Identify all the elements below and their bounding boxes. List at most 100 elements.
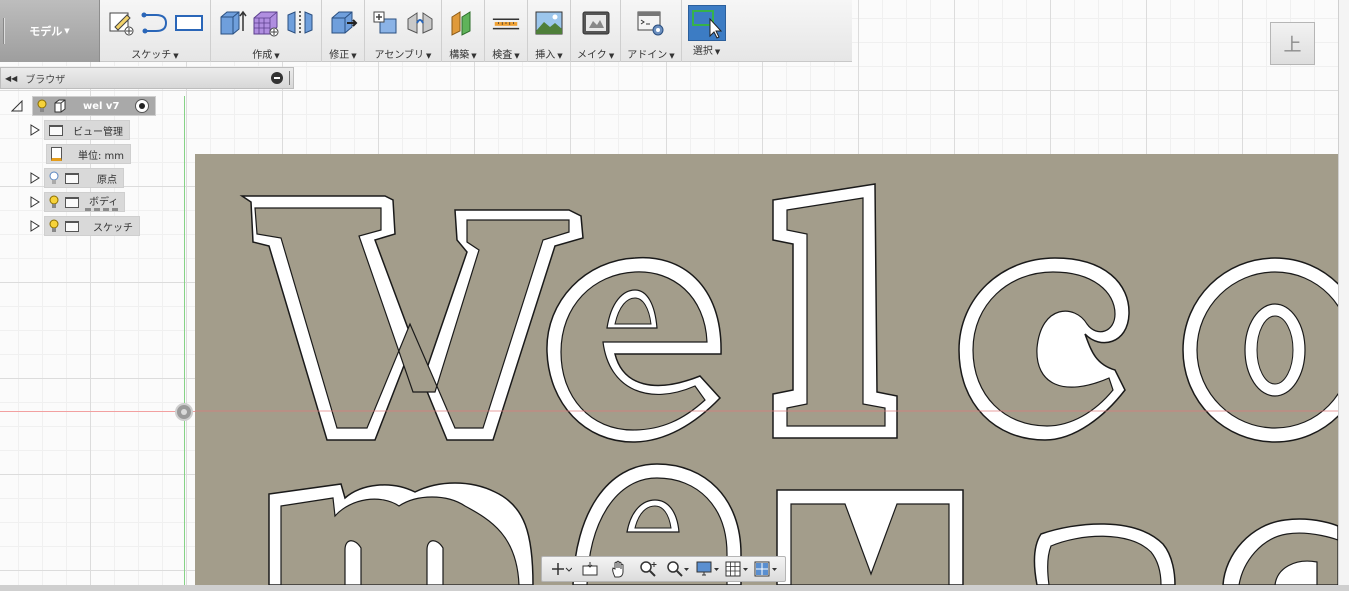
tree-node-bodies[interactable]: ボディ [44, 192, 126, 212]
measure-icon[interactable] [491, 8, 521, 38]
press-pull-icon[interactable] [328, 8, 358, 38]
fusion-window: モデル ▼ スケッチ ▼ 作成 ▼ 修正 ▼ アセンブリ ▼ 構築 ▼ 検査 ▼… [0, 0, 1349, 591]
tree-node-sketches[interactable]: スケッチ [44, 216, 140, 236]
folder-icon [65, 220, 79, 232]
expand-triangle-icon[interactable] [28, 192, 42, 212]
toolbar-group-label: メイク [577, 50, 607, 61]
folder-icon [49, 124, 63, 136]
zoom-icon[interactable] [636, 559, 662, 579]
toolbar-group-inspect[interactable]: 検査 ▼ [485, 0, 528, 62]
folder-icon [65, 172, 79, 184]
create-sketch-icon[interactable] [106, 8, 136, 38]
visibility-bulb-icon[interactable] [37, 99, 47, 113]
visibility-bulb-icon[interactable] [49, 171, 59, 185]
new-component-icon[interactable] [371, 8, 401, 38]
expand-triangle-icon[interactable] [28, 216, 42, 236]
toolbar-group-make[interactable]: メイク ▼ [571, 0, 622, 62]
panel-grip[interactable] [289, 71, 291, 85]
look-at-icon[interactable] [577, 559, 603, 579]
pan-hand-icon[interactable] [606, 559, 632, 579]
toolbar-group-label: アセンブリ [374, 50, 425, 61]
tree-node-label: スケッチ [93, 222, 133, 234]
tree-row-root: wel v7 [10, 96, 157, 116]
collapse-left-icon[interactable]: ◀◀ [5, 74, 17, 83]
toolbar-group-assemble[interactable]: アセンブリ ▼ [365, 0, 442, 62]
visibility-bulb-icon[interactable] [49, 195, 59, 209]
orbit-icon[interactable] [548, 559, 574, 579]
expand-triangle-icon[interactable] [28, 120, 42, 140]
tree-row: ボディ [28, 192, 126, 212]
toolbar-group-label: 挿入 [535, 50, 556, 61]
model-body[interactable] [195, 154, 1338, 585]
form-icon[interactable] [251, 8, 281, 38]
toolbar-group-insert[interactable]: 挿入 ▼ [528, 0, 571, 62]
toolbar-group-label: 修正 [329, 50, 350, 61]
letter-m [268, 482, 534, 585]
chevron-down-icon: ▼ [351, 52, 357, 60]
browser-panel-header[interactable]: ◀◀ ブラウザ [0, 67, 294, 89]
joint-icon[interactable] [405, 8, 435, 38]
chevron-down-icon: ▼ [471, 52, 477, 60]
letter-o [1182, 257, 1338, 443]
mirror-icon[interactable] [285, 8, 315, 38]
toolbar-group-label: スケッチ [131, 50, 172, 61]
chevron-down-icon: ▼ [557, 52, 563, 60]
chevron-down-icon: ▼ [64, 27, 70, 35]
workspace-switcher[interactable]: モデル ▼ [0, 0, 100, 62]
tree-node-origin[interactable]: 原点 [44, 168, 124, 188]
main-toolbar: モデル ▼ スケッチ ▼ 作成 ▼ 修正 ▼ アセンブリ ▼ 構築 ▼ 検査 ▼… [0, 0, 852, 62]
tree-row: 原点 [28, 168, 124, 188]
tree-row: 単位: mm [46, 144, 132, 164]
visibility-bulb-icon[interactable] [49, 219, 59, 233]
viewports-icon[interactable] [753, 559, 779, 579]
y-axis-line [184, 96, 185, 591]
scripts-addins-icon[interactable] [636, 8, 666, 38]
toolbar-group-select[interactable]: 選択 ▼ [682, 0, 732, 62]
display-settings-icon[interactable] [695, 559, 721, 579]
chevron-down-icon: ▼ [669, 52, 675, 60]
expand-triangle-icon[interactable] [28, 168, 42, 188]
letter-l [772, 183, 898, 439]
model-geometry [195, 183, 1338, 585]
letter-c [958, 257, 1130, 441]
letter-a [1033, 523, 1176, 585]
grid-settings-icon[interactable] [724, 559, 750, 579]
tree-node-label: 単位: mm [78, 150, 125, 162]
toolbar-group-label: 構築 [449, 50, 470, 61]
vertical-scrollbar[interactable] [1338, 0, 1349, 591]
chevron-down-icon: ▼ [426, 52, 432, 60]
toolbar-group-sketch[interactable]: スケッチ ▼ [100, 0, 211, 62]
toolbar-group-addins[interactable]: アドイン ▼ [621, 0, 682, 62]
3d-print-icon[interactable] [581, 8, 611, 38]
tree-node-units[interactable]: 単位: mm [46, 144, 132, 164]
document-settings-icon [51, 147, 62, 161]
letter-s [1222, 518, 1338, 585]
insert-image-icon[interactable] [534, 8, 564, 38]
component-icon [54, 99, 66, 113]
offset-plane-icon[interactable] [448, 8, 478, 38]
sketch-rectangle-icon[interactable] [174, 8, 204, 38]
view-cube[interactable]: 上 [1270, 22, 1315, 65]
extrude-icon[interactable] [217, 8, 247, 38]
workspace-label: モデル [29, 25, 63, 38]
tree-node-label: 原点 [97, 174, 117, 186]
toolbar-group-label: 作成 [252, 50, 273, 61]
toolbar-group-create[interactable]: 作成 ▼ [211, 0, 322, 62]
toolbar-group-modify[interactable]: 修正 ▼ [322, 0, 365, 62]
sketch-curve-icon[interactable] [140, 8, 170, 38]
collapse-panel-icon[interactable] [271, 72, 283, 84]
activate-radio-icon[interactable] [135, 99, 150, 113]
origin-point-icon[interactable] [175, 403, 193, 421]
root-component-node[interactable]: wel v7 [32, 96, 157, 116]
expand-triangle-icon[interactable] [10, 96, 24, 116]
toolbar-group-construct[interactable]: 構築 ▼ [442, 0, 485, 62]
tree-row: スケッチ [28, 216, 140, 236]
zoom-window-icon[interactable] [665, 559, 691, 579]
chevron-down-icon: ▼ [714, 48, 721, 56]
tree-node-named-views[interactable]: ビュー管理 [44, 120, 130, 140]
tree-node-label: ボディ [85, 193, 119, 211]
select-icon[interactable] [687, 5, 726, 41]
toolbar-grip[interactable] [3, 18, 5, 44]
view-cube-face: 上 [1283, 34, 1302, 56]
chevron-down-icon: ▼ [514, 52, 520, 60]
